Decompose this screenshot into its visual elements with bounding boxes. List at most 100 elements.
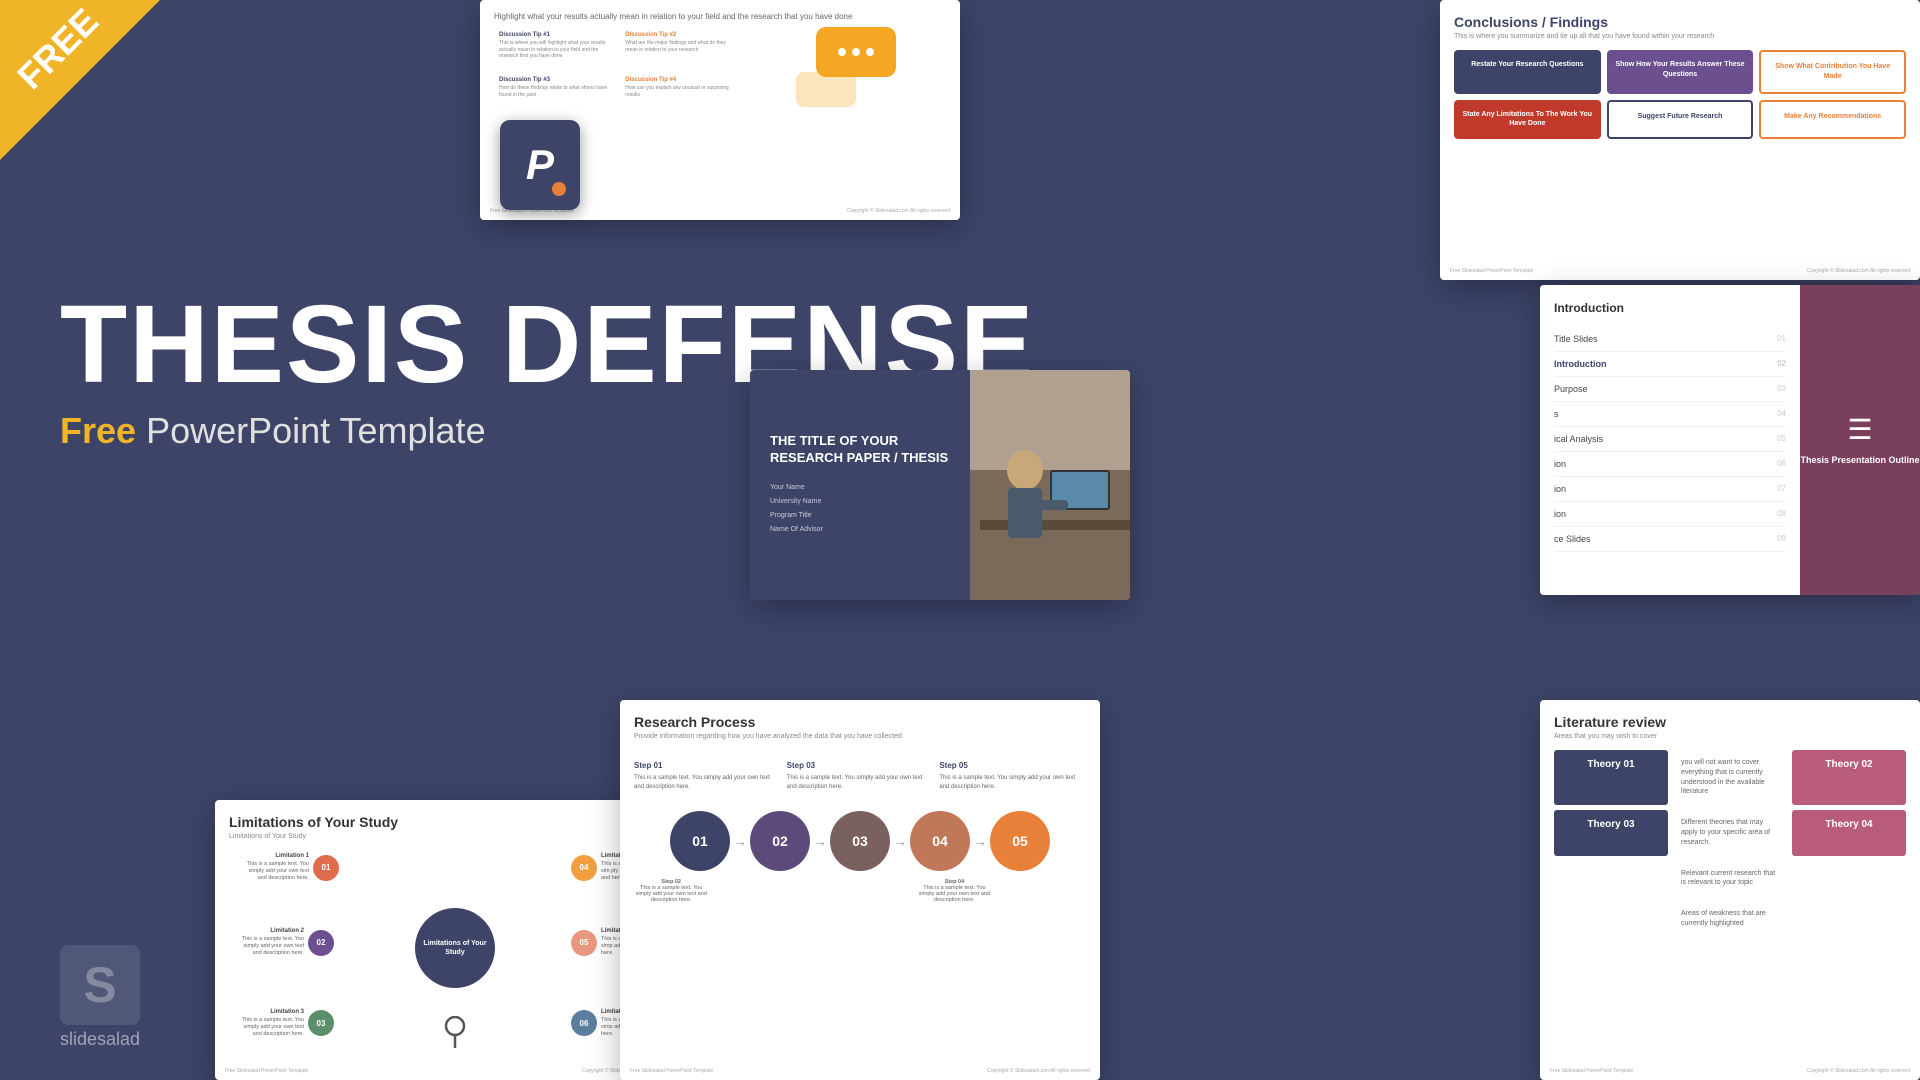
university-name: University Name — [770, 495, 950, 509]
toc-label-2: Purpose — [1554, 384, 1588, 394]
logo-icon: S — [60, 945, 140, 1025]
proc-circle-5: 05 — [990, 811, 1050, 871]
lim-text-3: Limitation 3 This is a sample text. You … — [234, 1009, 304, 1038]
conc-item3: Show What Contribution You Have Made — [1759, 50, 1906, 94]
paper-title: THE TITLE OF YOUR RESEARCH PAPER / THESI… — [770, 433, 950, 467]
disc-content: Discussion Tip #1 This is where you will… — [494, 27, 946, 107]
toc-num-6: 07 — [1777, 484, 1786, 494]
person-svg — [970, 370, 1130, 600]
lim-bubble-2: 02 — [308, 930, 334, 956]
slide-conclusions: Conclusions / Findings This is where you… — [1440, 0, 1920, 280]
toc-label-7: ion — [1554, 509, 1566, 519]
dot1 — [838, 48, 846, 56]
proc-step5: Step 05 This is a sample text. You simpl… — [939, 760, 1086, 791]
lit-theory03: Theory 03 — [1554, 810, 1668, 855]
disc-tip2-body: What are the major findings and what do … — [625, 40, 737, 53]
slide-discussion-inner: Highlight what your results actually mea… — [480, 0, 960, 119]
disc-header: Highlight what your results actually mea… — [494, 12, 946, 21]
dot3 — [866, 48, 874, 56]
slide-process: Research Process Provide information reg… — [620, 700, 1100, 1080]
lit-grid: Theory 01 you will not want to cover eve… — [1554, 750, 1906, 937]
toc-num-8: 09 — [1777, 534, 1786, 544]
toc-item-5: ion 06 — [1554, 452, 1786, 477]
toc-num-3: 04 — [1777, 409, 1786, 419]
slide-toc: Introduction Title Slides 01 Introductio… — [1540, 285, 1920, 595]
conc-inner: Conclusions / Findings This is where you… — [1440, 0, 1920, 153]
proc-arrow-1: → — [730, 833, 750, 849]
toc-num-2: 03 — [1777, 384, 1786, 394]
toc-label-0: Title Slides — [1554, 334, 1598, 344]
toc-num-7: 08 — [1777, 509, 1786, 519]
subtitle-rest: PowerPoint Template — [146, 410, 486, 451]
person-name: Your Name — [770, 481, 950, 495]
toc-title: Introduction — [1554, 301, 1786, 315]
lim-text-2: Limitation 2 This is a sample text. You … — [234, 928, 304, 957]
proc-arrow-3: → — [890, 833, 910, 849]
lit-subtitle: Areas that you may wish to cover — [1554, 733, 1906, 740]
powerpoint-icon: P — [500, 120, 580, 210]
conc-footer-right: Copyright © Slidesalad.com All rights re… — [1807, 268, 1910, 274]
toc-num-0: 01 — [1777, 334, 1786, 344]
chat-icon — [796, 27, 896, 107]
toc-item-8: ce Slides 09 — [1554, 527, 1786, 552]
conc-title: Conclusions / Findings — [1454, 14, 1906, 30]
disc-tip4-body: How can you explain any unusual or surpr… — [625, 85, 737, 98]
disc-icon-area — [747, 27, 946, 107]
proc-footer-left: Free Slidesalad PowerPoint Template — [630, 1068, 713, 1074]
conc-item1: Restate Your Research Questions — [1454, 50, 1601, 94]
slide-litreview: Literature review Areas that you may wis… — [1540, 700, 1920, 1080]
lim-text-1: Limitation 1 This is a sample text. You … — [239, 853, 309, 882]
lim-bubble-4: 04 — [571, 855, 597, 881]
lim-node-2: 02 Limitation 2 This is a sample text. Y… — [234, 928, 334, 957]
toc-list-icon: ☰ — [1847, 413, 1872, 446]
proc-circle-4: 04 — [910, 811, 970, 871]
lit-text2: Different theories that may apply to you… — [1673, 810, 1787, 855]
lim-subtitle: Limitations of Your Study — [229, 833, 681, 840]
proc-inner: Research Process Provide information reg… — [620, 700, 1100, 917]
proc-arrow-2: → — [810, 833, 830, 849]
title-photo — [970, 370, 1130, 600]
toc-item-3: s 04 — [1554, 402, 1786, 427]
disc-grid: Discussion Tip #1 This is where you will… — [494, 27, 743, 107]
disc-footer-right: Copyright © Slidesalad.com All rights re… — [847, 208, 950, 214]
advisor-name: Name Of Advisor — [770, 523, 950, 537]
logo: S slidesalad — [60, 945, 140, 1050]
proc-circle-2: 02 — [750, 811, 810, 871]
disc-tip1-title: Discussion Tip #1 — [499, 32, 611, 38]
toc-right: ☰ Thesis Presentation Outline — [1800, 285, 1920, 595]
proc-circles-area: 01 → 02 → 03 → 04 → 05 Step 02 This is a… — [634, 811, 1086, 903]
proc-circles: 01 → 02 → 03 → 04 → 05 — [634, 811, 1086, 871]
proc-steps-grid: Step 01 This is a sample text. You simpl… — [634, 760, 1086, 791]
toc-num-5: 06 — [1777, 459, 1786, 469]
ppt-dot — [552, 182, 566, 196]
toc-label-3: s — [1554, 409, 1559, 419]
lim-bubble-5: 05 — [571, 930, 597, 956]
conc-footer: Free Slidesalad PowerPoint Template Copy… — [1440, 268, 1920, 274]
proc-step2-label: Step 02 This is a sample text. You simpl… — [634, 879, 708, 903]
chat-dots — [838, 48, 874, 56]
toc-item-4: ical Analysis 05 — [1554, 427, 1786, 452]
lit-footer: Free Slidesalad PowerPoint Template Copy… — [1540, 1068, 1920, 1074]
title-left: THE TITLE OF YOUR RESEARCH PAPER / THESI… — [750, 370, 970, 600]
lit-theory01: Theory 01 — [1554, 750, 1668, 805]
lim-node-3: 03 Limitation 3 This is a sample text. Y… — [234, 1009, 334, 1038]
disc-tip1: Discussion Tip #1 This is where you will… — [494, 27, 616, 68]
toc-item-2: Purpose 03 — [1554, 377, 1786, 402]
disc-tip1-body: This is where you will highlight what yo… — [499, 40, 611, 60]
lit-text3: Relevant current research that is releva… — [1673, 861, 1787, 897]
proc-circle-1: 01 — [670, 811, 730, 871]
subtitle-free: Free — [60, 410, 136, 451]
dot2 — [852, 48, 860, 56]
conc-footer-left: Free Slidesalad PowerPoint Template — [1450, 268, 1533, 274]
title-photo-img — [970, 370, 1130, 600]
conc-item4: State Any Limitations To The Work You Ha… — [1454, 100, 1601, 140]
conc-item2: Show How Your Results Answer These Quest… — [1607, 50, 1754, 94]
lit-title: Literature review — [1554, 714, 1906, 730]
disc-tip4: Discussion Tip #4 How can you explain an… — [620, 72, 742, 107]
toc-left: Introduction Title Slides 01 Introductio… — [1540, 285, 1800, 595]
ppt-letter: P — [526, 141, 554, 189]
proc-step1: Step 01 This is a sample text. You simpl… — [634, 760, 781, 791]
lim-diagram: Limitations of Your Study 01 Limitation … — [229, 848, 681, 1048]
disc-tip2-title: Discussion Tip #2 — [625, 32, 737, 38]
proc-title: Research Process — [634, 714, 1086, 730]
